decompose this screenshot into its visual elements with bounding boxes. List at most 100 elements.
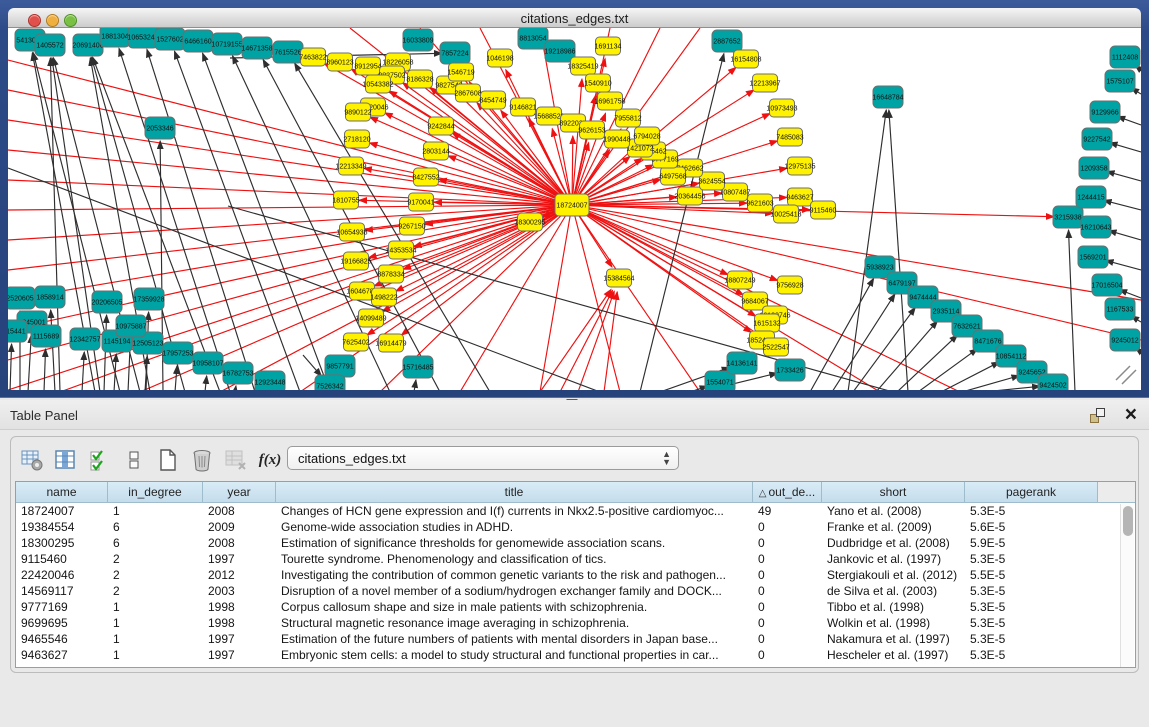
create-column-button[interactable] (153, 445, 183, 475)
column-visibility-button[interactable] (51, 445, 81, 475)
table-row[interactable]: 946362711997Embryonic stem cells: a mode… (16, 647, 1135, 663)
table-cell[interactable]: Nakamura et al. (1997) (822, 631, 965, 647)
table-cell[interactable]: 5.6E-5 (965, 519, 1098, 535)
float-panel-button[interactable] (1089, 407, 1107, 425)
table-cell[interactable]: 18300295 (16, 535, 108, 551)
table-cell[interactable]: Franke et al. (2009) (822, 519, 965, 535)
table-row[interactable]: 1938455462009Genome-wide association stu… (16, 519, 1135, 535)
table-cell[interactable]: 5.3E-5 (965, 551, 1098, 567)
table-cell[interactable]: 9115460 (16, 551, 108, 567)
column-header-pagerank[interactable]: pagerank (965, 482, 1098, 503)
table-cell[interactable]: 5.3E-5 (965, 503, 1098, 519)
table-cell[interactable]: 0 (753, 631, 822, 647)
table-cell[interactable]: 22420046 (16, 567, 108, 583)
resize-grip[interactable] (1116, 366, 1136, 384)
table-cell[interactable]: 2 (108, 567, 203, 583)
table-cell[interactable]: 19384554 (16, 519, 108, 535)
table-cell[interactable]: 1 (108, 503, 203, 519)
column-header-year[interactable]: year (203, 482, 276, 503)
table-cell[interactable]: 1998 (203, 599, 276, 615)
table-cell[interactable]: 0 (753, 567, 822, 583)
table-cell[interactable]: Disruption of a novel member of a sodium… (276, 583, 753, 599)
table-cell[interactable]: Estimation of the future numbers of pati… (276, 631, 753, 647)
table-cell[interactable]: 2008 (203, 503, 276, 519)
column-header-in_degree[interactable]: in_degree (108, 482, 203, 503)
table-cell[interactable]: 0 (753, 647, 822, 663)
delete-table-button[interactable] (221, 445, 251, 475)
table-cell[interactable]: 2 (108, 583, 203, 599)
close-panel-button[interactable]: × (1125, 402, 1137, 428)
table-cell[interactable]: 0 (753, 599, 822, 615)
table-cell[interactable]: 6 (108, 535, 203, 551)
column-header-title[interactable]: title (276, 482, 753, 503)
table-cell[interactable]: Corpus callosum shape and size in male p… (276, 599, 753, 615)
table-cell[interactable]: 1 (108, 615, 203, 631)
table-cell[interactable]: Tourette syndrome. Phenomenology and cla… (276, 551, 753, 567)
citation-network-graph[interactable]: 5413054140557220691406188130410653247152… (8, 28, 1141, 390)
table-cell[interactable]: Yano et al. (2008) (822, 503, 965, 519)
table-cell[interactable]: 5.9E-5 (965, 535, 1098, 551)
table-row[interactable]: 1830029562008Estimation of significance … (16, 535, 1135, 551)
table-cell[interactable]: 1997 (203, 631, 276, 647)
table-cell[interactable]: 2008 (203, 535, 276, 551)
vertical-scrollbar[interactable] (1120, 504, 1134, 667)
table-cell[interactable]: Embryonic stem cells: a model to study s… (276, 647, 753, 663)
table-cell[interactable]: 5.3E-5 (965, 647, 1098, 663)
table-cell[interactable]: 5.3E-5 (965, 615, 1098, 631)
table-cell[interactable]: 9463627 (16, 647, 108, 663)
selection-mode-button[interactable] (85, 445, 115, 475)
table-cell[interactable]: Tibbo et al. (1998) (822, 599, 965, 615)
table-cell[interactable]: 9777169 (16, 599, 108, 615)
table-cell[interactable]: 2009 (203, 519, 276, 535)
table-cell[interactable]: 0 (753, 535, 822, 551)
table-row[interactable]: 969969511998Structural magnetic resonanc… (16, 615, 1135, 631)
table-row[interactable]: 946554611997Estimation of the future num… (16, 631, 1135, 647)
table-cell[interactable]: Jankovic et al. (1997) (822, 551, 965, 567)
scrollbar-thumb[interactable] (1123, 506, 1133, 536)
table-cell[interactable]: Stergiakouli et al. (2012) (822, 567, 965, 583)
function-builder-button[interactable]: f(x) (255, 445, 285, 475)
table-cell[interactable]: 2003 (203, 583, 276, 599)
table-cell[interactable]: Investigating the contribution of common… (276, 567, 753, 583)
table-cell[interactable]: Changes of HCN gene expression and I(f) … (276, 503, 753, 519)
table-chooser-select[interactable]: citations_edges.txt ▲▼ (287, 446, 679, 470)
table-cell[interactable]: de Silva et al. (2003) (822, 583, 965, 599)
row-height-button[interactable] (119, 445, 149, 475)
network-canvas[interactable]: 5413054140557220691406188130410653247152… (8, 28, 1141, 390)
table-cell[interactable]: 0 (753, 615, 822, 631)
table-cell[interactable]: 1 (108, 631, 203, 647)
table-cell[interactable]: Hescheler et al. (1997) (822, 647, 965, 663)
table-row[interactable]: 2242004622012Investigating the contribut… (16, 567, 1135, 583)
table-cell[interactable]: Estimation of significance thresholds fo… (276, 535, 753, 551)
column-header-name[interactable]: name (16, 482, 108, 503)
table-row[interactable]: 977716911998Corpus callosum shape and si… (16, 599, 1135, 615)
table-cell[interactable]: 14569117 (16, 583, 108, 599)
window-titlebar[interactable]: citations_edges.txt (8, 8, 1141, 28)
delete-column-button[interactable] (187, 445, 217, 475)
table-cell[interactable]: 1998 (203, 615, 276, 631)
table-cell[interactable]: 5.3E-5 (965, 583, 1098, 599)
table-cell[interactable]: 1 (108, 647, 203, 663)
table-cell[interactable]: Genome-wide association studies in ADHD. (276, 519, 753, 535)
table-cell[interactable]: 1997 (203, 551, 276, 567)
table-cell[interactable]: 5.3E-5 (965, 599, 1098, 615)
table-cell[interactable]: 2 (108, 551, 203, 567)
table-cell[interactable]: 0 (753, 519, 822, 535)
table-cell[interactable]: 9465546 (16, 631, 108, 647)
table-cell[interactable]: 49 (753, 503, 822, 519)
table-cell[interactable]: 6 (108, 519, 203, 535)
column-header-short[interactable]: short (822, 482, 965, 503)
table-cell[interactable]: 18724007 (16, 503, 108, 519)
table-cell[interactable]: 1 (108, 599, 203, 615)
table-cell[interactable]: 5.5E-5 (965, 567, 1098, 583)
table-cell[interactable]: 9699695 (16, 615, 108, 631)
table-cell[interactable]: Dudbridge et al. (2008) (822, 535, 965, 551)
table-row[interactable]: 1456911722003Disruption of a novel membe… (16, 583, 1135, 599)
table-cell[interactable]: Structural magnetic resonance image aver… (276, 615, 753, 631)
table-cell[interactable]: 5.3E-5 (965, 631, 1098, 647)
table-row[interactable]: 911546021997Tourette syndrome. Phenomeno… (16, 551, 1135, 567)
table-cell[interactable]: 0 (753, 551, 822, 567)
column-header-out_de[interactable]: △out_de... (753, 482, 822, 503)
table-row[interactable]: 1872400712008Changes of HCN gene express… (16, 503, 1135, 519)
table-cell[interactable]: 0 (753, 583, 822, 599)
